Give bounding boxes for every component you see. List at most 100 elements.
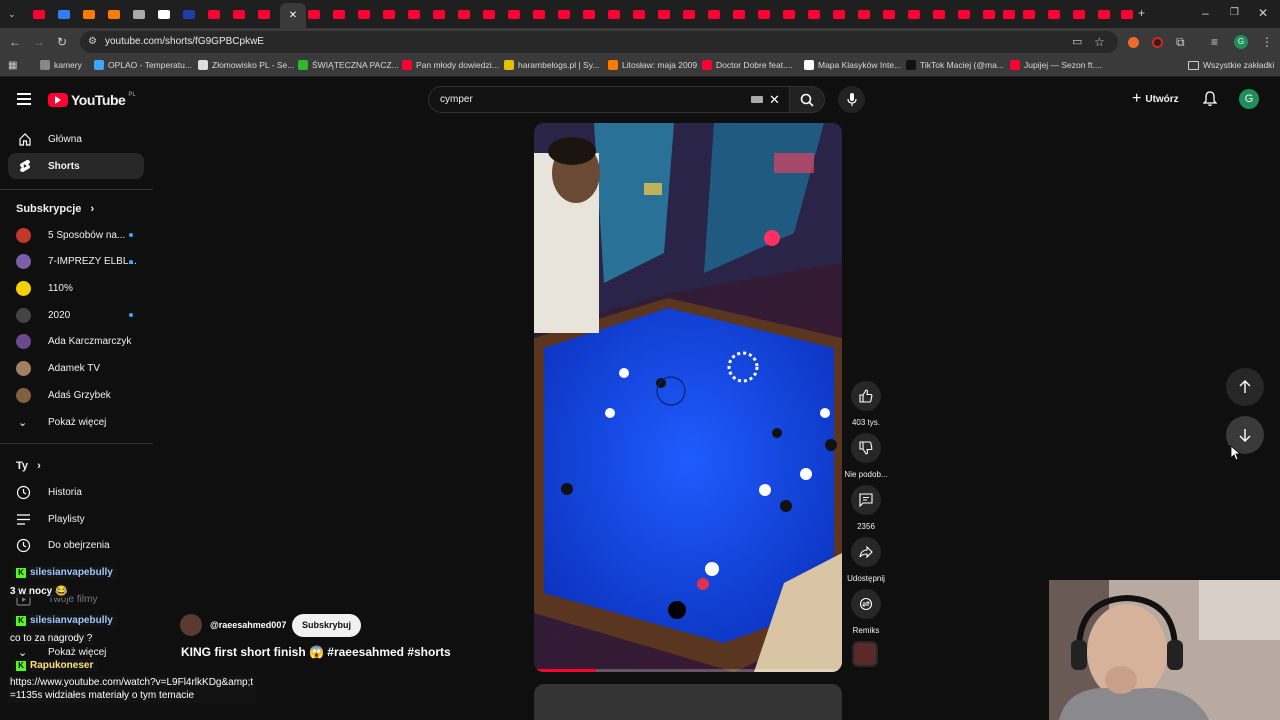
- browser-tab[interactable]: [730, 5, 748, 23]
- comments-action[interactable]: 2356: [842, 485, 890, 531]
- forward-icon[interactable]: →: [33, 36, 45, 48]
- browser-tab[interactable]: [1070, 5, 1088, 23]
- browser-tab[interactable]: [905, 5, 923, 23]
- browser-tab[interactable]: [980, 5, 998, 23]
- new-tab-icon[interactable]: +: [1138, 7, 1145, 19]
- bookmark-item[interactable]: TikTok Maciej (@ma...: [906, 60, 1004, 70]
- browser-tab[interactable]: [680, 5, 698, 23]
- search-button[interactable]: [789, 86, 825, 113]
- sidebar-item-history[interactable]: Historia: [16, 482, 146, 502]
- account-avatar[interactable]: G: [1239, 89, 1259, 109]
- remix-action[interactable]: Remiks: [842, 589, 890, 635]
- like-button[interactable]: [851, 381, 881, 411]
- browser-tab[interactable]: [1095, 5, 1113, 23]
- like-action[interactable]: 403 tys.: [842, 381, 890, 427]
- hamburger-menu-icon[interactable]: [17, 93, 31, 105]
- browser-tab[interactable]: [355, 5, 373, 23]
- browser-tab[interactable]: [30, 5, 48, 23]
- bookmark-item[interactable]: Jupijej — Sezon ft....: [1010, 60, 1102, 70]
- reload-icon[interactable]: ↻: [57, 36, 67, 48]
- site-info-icon[interactable]: ⚙: [88, 36, 97, 48]
- profile-avatar[interactable]: G: [1234, 35, 1248, 49]
- all-bookmarks[interactable]: Wszystkie zakładki: [1188, 60, 1274, 70]
- remix-button[interactable]: [851, 589, 881, 619]
- tab-search-icon[interactable]: ⌄: [8, 8, 16, 20]
- browser-tab[interactable]: [55, 5, 73, 23]
- subscription-item[interactable]: 5 Sposobów na...: [16, 225, 146, 245]
- browser-tab[interactable]: [880, 5, 898, 23]
- maximize-icon[interactable]: ❐: [1230, 7, 1239, 19]
- menu-kebab-icon[interactable]: ⋮: [1261, 36, 1273, 48]
- browser-tab[interactable]: [805, 5, 823, 23]
- browser-tab[interactable]: [130, 5, 148, 23]
- browser-tab[interactable]: [555, 5, 573, 23]
- sidebar-item-playlists[interactable]: Playlisty: [16, 509, 146, 529]
- sidebar-item-shorts[interactable]: Shorts: [8, 153, 144, 179]
- sound-thumbnail[interactable]: [852, 641, 878, 667]
- browser-tab[interactable]: [930, 5, 948, 23]
- bookmark-star-icon[interactable]: ☆: [1094, 36, 1105, 48]
- sidebar-item-home[interactable]: Główna: [8, 126, 144, 152]
- browser-tab[interactable]: [780, 5, 798, 23]
- bookmark-item[interactable]: ŚWIĄTECZNA PACZ...: [298, 60, 399, 70]
- bookmark-item[interactable]: Doctor Dobre feat....: [702, 60, 793, 70]
- url-text[interactable]: youtube.com/shorts/fG9GPBCpkwE: [105, 36, 264, 47]
- share-button[interactable]: [851, 537, 881, 567]
- subscription-item[interactable]: 110%: [16, 278, 146, 298]
- browser-tab[interactable]: [80, 5, 98, 23]
- bookmark-item[interactable]: harambelogs.pl | Sy...: [504, 60, 599, 70]
- keyboard-icon[interactable]: [751, 96, 763, 103]
- subscription-item[interactable]: 2020: [16, 305, 146, 325]
- bookmark-item[interactable]: Pan młody dowiedzi...: [402, 60, 499, 70]
- subscription-item[interactable]: Ada Karczmarczyk: [16, 332, 146, 352]
- bookmark-item[interactable]: Złomowisko PL - Se...: [198, 60, 294, 70]
- extension-icon-orange[interactable]: [1128, 37, 1139, 48]
- comments-button[interactable]: [851, 485, 881, 515]
- youtube-logo[interactable]: YouTube PL: [48, 92, 136, 108]
- install-app-icon[interactable]: ▭: [1072, 36, 1082, 48]
- browser-tab[interactable]: [955, 5, 973, 23]
- browser-tab[interactable]: [205, 5, 223, 23]
- bookmark-item[interactable]: kamery: [40, 60, 82, 70]
- browser-tab[interactable]: [1118, 5, 1136, 23]
- subscribe-button[interactable]: Subskrybuj: [292, 614, 362, 637]
- bookmark-item[interactable]: OPLAO - Temperatu...: [94, 60, 192, 70]
- browser-tab[interactable]: [180, 5, 198, 23]
- show-more-subscriptions[interactable]: ⌄ Pokaż więcej: [16, 412, 146, 432]
- apps-grid-icon[interactable]: ▦: [8, 60, 17, 72]
- browser-tab[interactable]: [305, 5, 323, 23]
- short-video-player[interactable]: [534, 123, 842, 672]
- video-progress-bar[interactable]: [534, 669, 842, 672]
- bookmark-item[interactable]: Litosław: maja 2009: [608, 60, 697, 70]
- browser-tab[interactable]: [480, 5, 498, 23]
- browser-tab[interactable]: [330, 5, 348, 23]
- browser-tab[interactable]: [855, 5, 873, 23]
- you-heading[interactable]: Ty ›: [16, 460, 41, 472]
- browser-tab[interactable]: [230, 5, 248, 23]
- sidebar-item-watch-later[interactable]: Do obejrzenia: [16, 535, 146, 555]
- subscriptions-heading[interactable]: Subskrypcje ›: [16, 203, 94, 215]
- dislike-button[interactable]: [851, 433, 881, 463]
- window-close-icon[interactable]: ✕: [1258, 7, 1268, 19]
- extension-icon-red[interactable]: [1152, 37, 1163, 48]
- browser-tab[interactable]: [830, 5, 848, 23]
- media-controls-icon[interactable]: ≡: [1211, 36, 1218, 48]
- browser-tab[interactable]: [1045, 5, 1063, 23]
- browser-tab[interactable]: [1000, 5, 1018, 23]
- voice-search-button[interactable]: [838, 86, 865, 113]
- browser-tab[interactable]: ✕: [280, 3, 306, 28]
- dislike-action[interactable]: Nie podob...: [842, 433, 890, 479]
- browser-tab[interactable]: [105, 5, 123, 23]
- browser-tab[interactable]: [530, 5, 548, 23]
- minimize-icon[interactable]: –: [1202, 7, 1209, 19]
- browser-tab[interactable]: [455, 5, 473, 23]
- extensions-icon[interactable]: ⧉: [1176, 36, 1185, 48]
- notifications-bell-icon[interactable]: [1203, 91, 1217, 107]
- create-button[interactable]: + Utwórz: [1126, 88, 1185, 110]
- clear-search-icon[interactable]: ✕: [769, 92, 780, 108]
- browser-tab[interactable]: [1020, 5, 1038, 23]
- browser-tab[interactable]: [405, 5, 423, 23]
- back-icon[interactable]: ←: [9, 36, 21, 48]
- browser-tab[interactable]: [630, 5, 648, 23]
- browser-tab[interactable]: [755, 5, 773, 23]
